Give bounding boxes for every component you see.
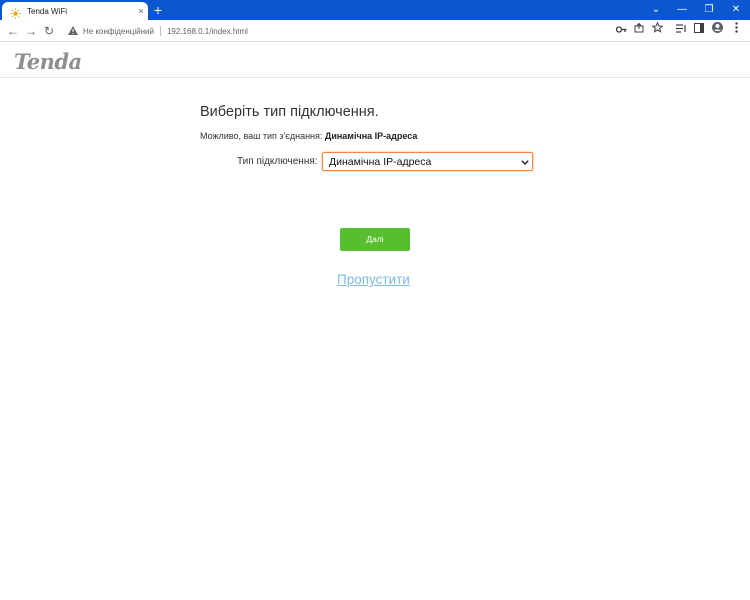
next-button[interactable]: Далі (340, 228, 410, 251)
url-text[interactable]: 192.168.0.1/index.html (167, 27, 248, 36)
tenda-logo: Tenda (14, 49, 82, 74)
back-button[interactable]: ← (4, 22, 22, 40)
not-secure-label[interactable]: Не конфіденційний (83, 27, 154, 36)
skip-link[interactable]: Пропустити (337, 272, 410, 287)
reload-button[interactable]: ↻ (40, 22, 58, 40)
detected-connection-prefix: Можливо, ваш тип з'єднання: (200, 131, 323, 141)
star-icon[interactable] (648, 21, 666, 40)
tab-close-icon[interactable]: × (134, 6, 148, 16)
tab-title: Tenda WiFi (27, 6, 68, 16)
chevron-down-icon (518, 157, 532, 167)
address-bar[interactable]: Не конфіденційний 192.168.0.1/index.html (62, 22, 670, 40)
connection-type-select[interactable]: Динамічна IP-адреса (322, 152, 533, 171)
browser-tab-bar: Tenda WiFi × + ⌄ — ❐ ✕ (0, 0, 750, 20)
key-icon[interactable] (612, 22, 630, 40)
profile-icon[interactable] (708, 22, 726, 40)
omnibox-divider (159, 26, 161, 36)
new-tab-button[interactable]: + (150, 2, 166, 18)
close-window-button[interactable]: ✕ (722, 0, 750, 20)
side-panel-icon[interactable] (690, 22, 708, 40)
page-header: Tenda (0, 42, 750, 78)
sun-favicon-icon (10, 6, 21, 18)
warning-icon[interactable] (68, 25, 78, 37)
connection-type-label: Тип підключення: (237, 156, 318, 167)
forward-button[interactable]: → (22, 22, 40, 40)
tab-search-icon[interactable]: ⌄ (642, 0, 670, 20)
browser-tab[interactable]: Tenda WiFi × (2, 2, 148, 20)
page-title: Виберіть тип підключення. (200, 104, 379, 120)
share-icon[interactable] (630, 22, 648, 40)
detected-connection-text: Можливо, ваш тип з'єднання: Динамічна IP… (200, 131, 417, 141)
minimize-button[interactable]: — (668, 0, 696, 20)
reading-list-icon[interactable] (672, 22, 690, 40)
restore-button[interactable]: ❐ (695, 0, 723, 20)
browser-toolbar: ← → ↻ Не конфіденційний 192.168.0.1/inde… (0, 20, 750, 42)
detected-connection-value: Динамічна IP-адреса (324, 131, 418, 141)
menu-icon[interactable] (727, 22, 745, 40)
connection-type-value: Динамічна IP-адреса (329, 155, 432, 168)
